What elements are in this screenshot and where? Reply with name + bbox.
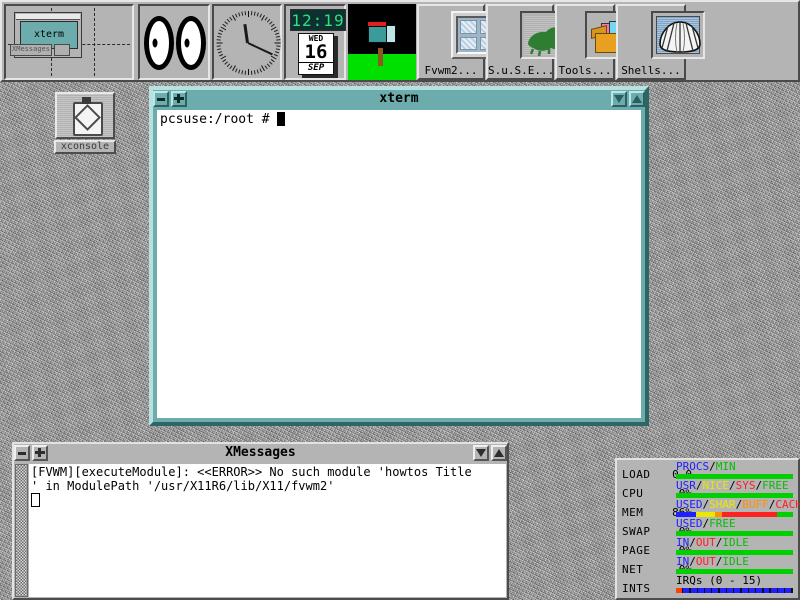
analog-clock-icon <box>215 10 281 76</box>
xosview-label: LOAD <box>622 468 651 481</box>
xosview-legend: USED/SHAR/BUFF/CACHE <box>676 498 800 511</box>
xmessages-title: XMessages <box>14 444 507 462</box>
pager-mini-icon-other[interactable] <box>54 44 70 56</box>
suse-menu-button[interactable]: S.u.S.E... <box>486 4 554 80</box>
xmessages-line: [FVWM][executeModule]: <<ERROR>> No such… <box>31 465 504 479</box>
clock-hour-hand <box>243 24 249 43</box>
xosview-row-ints: INTSIRQs (0 - 15) <box>620 578 795 596</box>
fvwm2-button-label: Fvwm2... <box>419 64 483 77</box>
window-xterm[interactable]: xterm pcsuse:/root # <box>149 86 649 426</box>
xmessages-scrollbar[interactable] <box>15 464 28 597</box>
digital-clock-icon: 12:19 <box>290 9 346 31</box>
clipboard-icon <box>55 92 115 139</box>
fvwm2-menu-button[interactable]: Fvwm2... <box>417 4 485 80</box>
mailbox-icon <box>348 4 416 80</box>
xosview-legend: IN/OUT/IDLE <box>676 536 749 549</box>
xosview-panel[interactable]: LOAD0.0PROCS/MINCPU0%USR/NICE/SYS/FREEME… <box>615 458 800 600</box>
maximize-icon[interactable] <box>32 445 48 461</box>
xosview-legend: USED/FREE <box>676 517 736 530</box>
tools-menu-button[interactable]: Tools... <box>555 4 615 80</box>
xosview-label: PAGE <box>622 544 651 557</box>
xterm-titlebar[interactable]: xterm <box>153 90 645 108</box>
date-time-button[interactable]: 12:19 WED 16 SEP <box>284 4 346 80</box>
lower-icon[interactable] <box>611 91 627 107</box>
calendar-month: SEP <box>299 62 333 74</box>
eyes-icon <box>144 16 174 70</box>
icon-xconsole-label: xconsole <box>54 140 116 154</box>
calendar-day: 16 <box>299 43 333 62</box>
xosview-label: INTS <box>622 582 651 595</box>
suse-button-label: S.u.S.E... <box>488 64 552 77</box>
xosview-label: MEM <box>622 506 643 519</box>
xterm-terminal-area[interactable]: pcsuse:/root # <box>157 110 641 418</box>
fvwm-button-bar: xterm XMessages <box>0 0 800 82</box>
raise-icon[interactable] <box>491 445 507 461</box>
lower-icon[interactable] <box>473 445 489 461</box>
xeyes-button[interactable] <box>138 4 210 80</box>
pager-mini-titlebar <box>16 14 80 20</box>
xclock-button[interactable] <box>212 4 282 80</box>
xmessages-text-area[interactable]: [FVWM][executeModule]: <<ERROR>> No such… <box>29 464 506 597</box>
seashell-icon <box>651 11 705 59</box>
xosview-bar <box>676 588 793 593</box>
xmessages-line: ' in ModulePath '/usr/X11R6/lib/X11/fvwm… <box>31 479 504 493</box>
xosview-legend: USR/NICE/SYS/FREE <box>676 479 789 492</box>
xosview-label: CPU <box>622 487 643 500</box>
xmessages-cursor <box>31 493 40 507</box>
pager-mini-icon-xmessages[interactable]: XMessages <box>10 44 52 56</box>
xterm-prompt-line: pcsuse:/root # <box>160 112 277 127</box>
xterm-title: xterm <box>153 90 645 108</box>
xmessages-titlebar[interactable]: XMessages <box>14 444 507 462</box>
xbiff-button[interactable] <box>348 4 416 80</box>
maximize-icon[interactable] <box>171 91 187 107</box>
icon-xconsole[interactable]: xconsole <box>55 92 115 150</box>
calendar-icon: WED 16 SEP <box>298 33 334 75</box>
raise-icon[interactable] <box>629 91 645 107</box>
xosview-legend: IN/OUT/IDLE <box>676 555 749 568</box>
xosview-label: NET <box>622 563 643 576</box>
shells-menu-button[interactable]: Shells... <box>616 4 686 80</box>
tools-button-label: Tools... <box>557 64 613 77</box>
xosview-label: SWAP <box>622 525 651 538</box>
xosview-legend: PROCS/MIN <box>676 460 736 473</box>
clock-minute-hand <box>248 42 273 55</box>
xterm-cursor <box>277 112 285 126</box>
window-xmessages[interactable]: XMessages [FVWM][executeModule]: <<ERROR… <box>12 442 509 600</box>
fvwm-pager[interactable]: xterm XMessages <box>4 4 134 80</box>
minimize-icon[interactable] <box>14 445 30 461</box>
shells-button-label: Shells... <box>618 64 684 77</box>
xosview-legend: IRQs (0 - 15) <box>676 574 762 587</box>
eyes-icon-right <box>176 16 206 70</box>
minimize-icon[interactable] <box>153 91 169 107</box>
pager-desk-grid: xterm XMessages <box>8 8 130 76</box>
